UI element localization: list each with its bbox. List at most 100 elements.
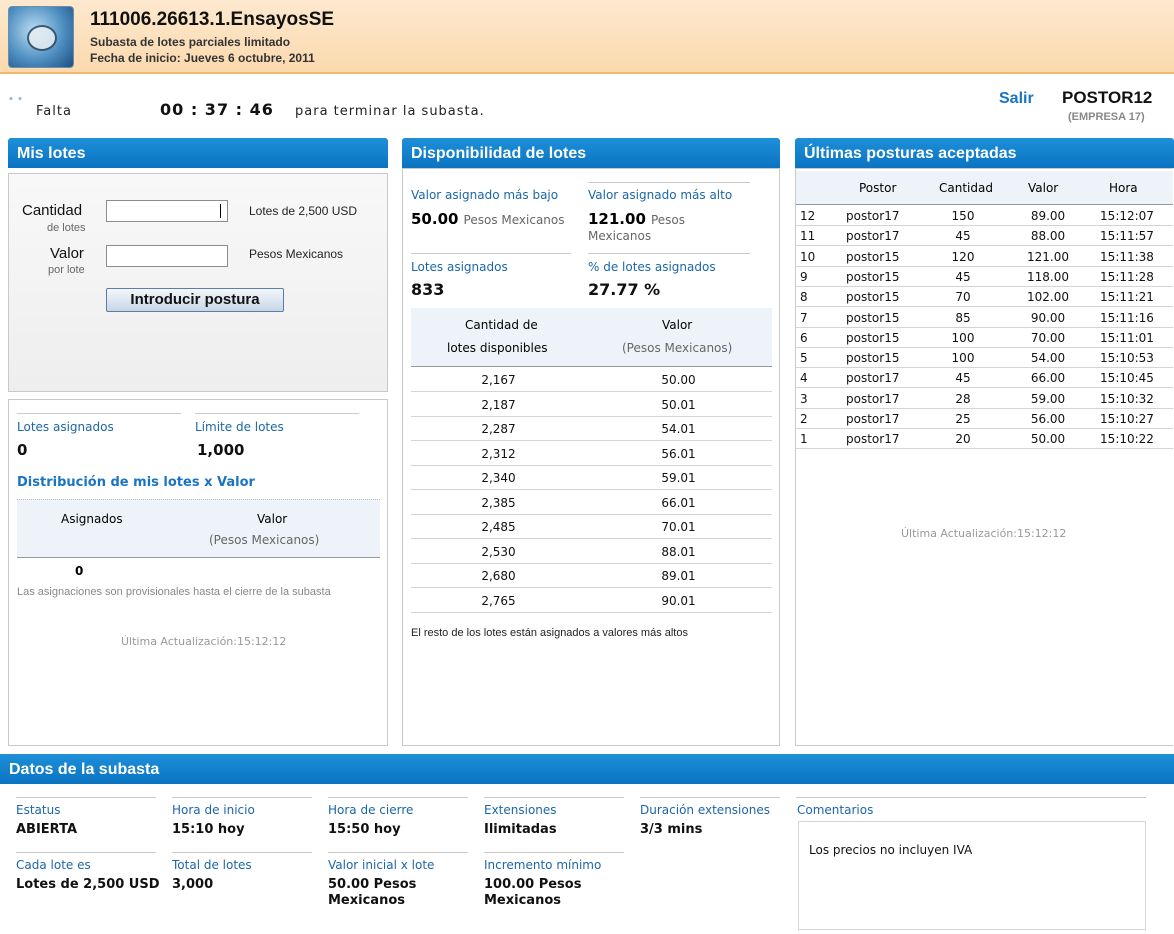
min-increment-label: Incremento mínimo — [484, 858, 602, 872]
availability-qty: 2,340 — [481, 471, 516, 485]
ext-duration-label: Duración extensiones — [640, 803, 770, 817]
auction-logo — [8, 6, 74, 68]
bid-value: 102.00 — [1027, 290, 1069, 305]
auction-start-date: Fecha de inicio: Jueves 6 octubre, 2011 — [90, 51, 315, 65]
bid-bidder: postor17 — [846, 432, 900, 447]
assigned-label: Lotes asignados — [17, 420, 114, 434]
availability-row: 2,680 89.01 — [411, 564, 772, 588]
bid-value: 121.00 — [1027, 249, 1069, 264]
lowest-label: Valor asignado más bajo — [411, 188, 559, 202]
availability-qty: 2,287 — [481, 422, 516, 436]
total-lots-label: Total de lotes — [172, 858, 252, 872]
bid-quantity: 20 — [955, 432, 971, 447]
availability-row: 2,485 70.01 — [411, 515, 772, 539]
auction-data-header: Datos de la subasta — [0, 754, 1174, 784]
bid-bidder: postor17 — [846, 391, 900, 406]
bid-quantity: 45 — [955, 229, 971, 244]
logout-link[interactable]: Salir — [999, 90, 1034, 108]
status-value: ABIERTA — [16, 822, 78, 837]
bid-value: 54.00 — [1030, 351, 1066, 366]
bid-quantity: 25 — [955, 412, 971, 426]
comments-text: Los precios no incluyen IVA — [809, 843, 973, 857]
col-postor: Postor — [859, 181, 897, 195]
bid-bidder: postor17 — [846, 209, 900, 223]
my-lots-summary: Lotes asignados 0 Límite de lotes 1,000 … — [8, 399, 388, 746]
bid-bidder: postor15 — [846, 249, 900, 264]
bid-bidder: postor15 — [846, 310, 900, 325]
bid-number: 10 — [800, 249, 816, 264]
availability-qty: 2,167 — [481, 373, 516, 387]
quantity-label: Cantidad — [22, 202, 83, 219]
bid-time: 15:10:45 — [1100, 371, 1154, 386]
highest-unit: Pesos — [650, 213, 686, 227]
availability-qty: 2,765 — [481, 593, 516, 608]
bid-row: 7 postor15 85 90.00 15:11:16 — [796, 308, 1173, 328]
value-sublabel: por lote — [48, 264, 85, 276]
bid-bidder: postor15 — [846, 290, 900, 305]
bid-row: 8 postor15 70 102.00 15:11:21 — [796, 287, 1173, 308]
availability-value: 70.01 — [661, 520, 696, 534]
availability-value: 59.01 — [661, 471, 696, 485]
bid-number: 8 — [800, 290, 808, 305]
availability-value: 90.01 — [661, 593, 696, 608]
initial-value-label: Valor inicial x lote — [328, 858, 435, 872]
bid-number: 3 — [800, 391, 808, 406]
availability-row: 2,167 50.00 — [411, 368, 772, 392]
bid-quantity: 70 — [955, 290, 971, 305]
quantity-input[interactable] — [106, 200, 228, 222]
limit-value: 1,000 — [197, 441, 245, 459]
availability-table-header: Cantidad de lotes disponibles Valor (Pes… — [411, 308, 772, 367]
bid-time: 15:11:21 — [1100, 290, 1154, 305]
initial-value-2: Mexicanos — [328, 893, 405, 908]
bid-value: 59.00 — [1030, 391, 1066, 406]
bid-value: 89.00 — [1030, 209, 1066, 223]
highest-label: Valor asignado más alto — [588, 188, 733, 202]
countdown-timer: 00 : 37 : 46 — [160, 100, 274, 119]
comments-box: Los precios no incluyen IVA — [798, 821, 1146, 930]
min-increment-2: Mexicanos — [484, 893, 561, 908]
initial-value-1: 50.00 Pesos — [328, 877, 417, 892]
lowest-value: 50.00 — [411, 210, 459, 228]
availability-qty: 2,680 — [481, 569, 516, 583]
bid-time: 15:11:57 — [1100, 229, 1154, 244]
close-time-label: Hora de cierre — [328, 803, 414, 817]
bids-header: Últimas posturas aceptadas — [795, 138, 1174, 168]
bid-number: 5 — [800, 351, 808, 366]
col-value-unit: (Pesos Mexicanos) — [209, 533, 320, 547]
highest-value: 121.00 — [588, 210, 646, 228]
distribution-table-header: Asignados Valor (Pesos Mexicanos) — [17, 499, 380, 558]
bid-value: 88.00 — [1030, 229, 1066, 244]
availability-row: 2,312 56.01 — [411, 442, 772, 466]
col-cantidad: Cantidad — [939, 181, 993, 195]
bid-bidder: postor15 — [846, 269, 900, 284]
bid-value: 66.00 — [1030, 371, 1066, 386]
col-qty-2: lotes disponibles — [447, 341, 548, 355]
quantity-unit: Lotes de 2,500 USD — [249, 204, 358, 218]
pct-assigned-label: % de lotes asignados — [588, 260, 716, 274]
value-input[interactable] — [106, 245, 228, 267]
bid-row: 4 postor17 45 66.00 15:10:45 — [796, 368, 1173, 389]
availability-value: 66.01 — [661, 495, 696, 510]
assigned-lots-value: 833 — [411, 280, 445, 299]
bid-quantity: 45 — [955, 371, 971, 386]
bid-time: 15:11:28 — [1100, 269, 1154, 284]
bid-row: 6 postor15 100 70.00 15:11:01 — [796, 328, 1173, 348]
bid-quantity: 150 — [951, 209, 975, 223]
bid-row: 2 postor17 25 56.00 15:10:27 — [796, 409, 1173, 429]
col-val-1: Valor — [662, 318, 693, 332]
distribution-row-assigned: 0 — [75, 564, 84, 578]
bid-value: 56.00 — [1030, 412, 1066, 426]
bid-number: 6 — [800, 330, 808, 345]
bid-bidder: postor17 — [846, 229, 900, 244]
bid-bidder: postor17 — [846, 371, 900, 386]
bid-row: 9 postor15 45 118.00 15:11:28 — [796, 267, 1173, 287]
bids-panel: Postor Cantidad Valor Hora 12 postor17 150… — [795, 168, 1173, 746]
auction-code: 111006.26613.1.EnsayosSE — [90, 9, 335, 30]
bid-time: 15:10:22 — [1100, 432, 1154, 447]
submit-bid-button[interactable]: Introducir postura — [106, 288, 284, 312]
availability-value: 50.00 — [661, 373, 696, 387]
status-label: Estatus — [16, 803, 61, 817]
bid-time: 15:11:16 — [1100, 310, 1154, 325]
bid-time: 15:11:01 — [1100, 330, 1154, 345]
bid-value: 118.00 — [1027, 269, 1069, 284]
